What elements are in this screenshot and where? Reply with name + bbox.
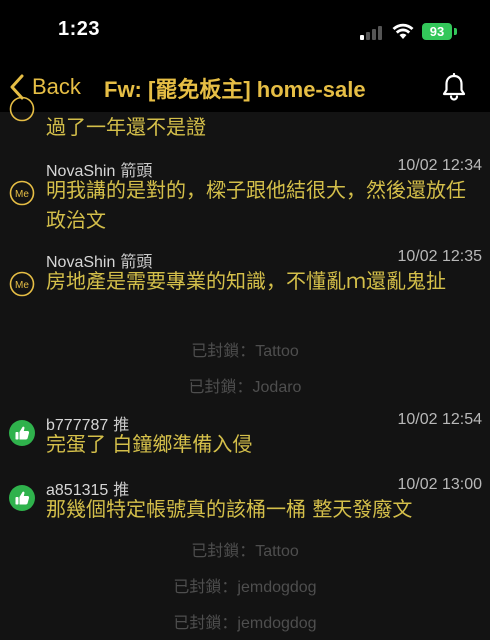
me-badge-icon [9,96,35,122]
blocked-notice: 已封鎖：Jodaro [188,379,302,396]
wifi-icon [392,23,414,39]
me-badge-icon: Me [9,271,35,297]
comment-time: 10/02 12:35 [397,248,482,265]
comment-text: 明我講的是對的，樑子跟他結很大，然後還放任政治文 [46,178,466,232]
bell-icon[interactable] [441,73,467,101]
thumbs-up-icon [9,485,35,511]
battery-indicator: 93 [422,23,452,40]
svg-text:Me: Me [15,280,29,291]
me-badge-icon: Me [9,180,35,206]
blocked-notice: 已封鎖：jemdogdog [173,579,317,596]
blocked-notice: 已封鎖：Tattoo [191,543,299,560]
comment-list[interactable]: 過了一年還不是證 NovaShin 箭頭 10/02 12:34 Me 明我講的是… [0,96,490,640]
nav-bar: Back Fw: [罷免板主] home-sale [0,62,490,112]
blocked-notice: 已封鎖：Tattoo [191,343,299,360]
comment-text: 完蛋了 白鐘鄉準備入侵 [46,432,253,456]
comment-text: 過了一年還不是證 [46,115,206,139]
status-bar: 1:23 93 [0,0,490,62]
blocked-notice: 已封鎖：jemdogdog [173,615,317,632]
comment-text: 那幾個特定帳號真的該桶一桶 整天發廢文 [46,497,413,521]
back-label: Back [32,74,81,99]
cellular-signal-icon [360,26,384,40]
page-title: Fw: [罷免板主] home-sale [104,77,366,102]
svg-text:Me: Me [15,189,29,200]
comment-time: 10/02 12:34 [397,157,482,174]
comment-time: 10/02 13:00 [397,476,482,493]
comment-time: 10/02 12:54 [397,411,482,428]
thumbs-up-icon [9,420,35,446]
comment-text: 房地產是需要專業的知識，不懂亂ｍ還亂鬼扯 [46,269,446,293]
status-time: 1:23 [58,18,101,40]
battery-cap [454,28,457,35]
